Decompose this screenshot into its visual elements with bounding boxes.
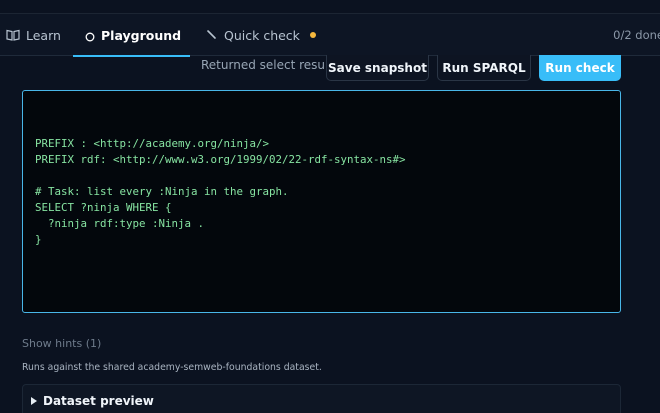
playground-panel: Returned select result. Save snapshot Ru… [0,55,660,413]
top-strip [0,0,660,14]
dataset-preview-panel[interactable]: Dataset preview [22,384,621,413]
pending-badge [309,32,316,38]
pencil-icon [206,29,218,41]
tab-quick-check[interactable]: Quick check [206,14,316,56]
run-check-button[interactable]: Run check [539,55,621,81]
tab-learn[interactable]: Learn [6,14,61,56]
dataset-preview-label: Dataset preview [43,394,154,408]
book-icon [6,29,20,41]
tab-playground[interactable]: Playground [73,14,190,57]
save-snapshot-button[interactable]: Save snapshot [326,55,429,81]
tab-bar: Learn Playground Quick check [0,14,660,57]
dataset-note: Runs against the shared academy-semweb-f… [22,362,322,373]
query-editor[interactable]: PREFIX : <http://academy.org/ninja/> PRE… [22,90,621,313]
show-hints-toggle[interactable]: Show hints (1) [22,337,101,350]
tab-playground-label: Playground [101,27,182,43]
tab-learn-label: Learn [26,27,61,43]
resize-handle-icon[interactable] [610,302,618,310]
dataset-preview-header[interactable]: Dataset preview [31,394,154,408]
result-status: Returned select result. [201,58,337,72]
caret-right-icon [31,397,37,405]
query-code: PREFIX : <http://academy.org/ninja/> PRE… [35,137,406,246]
circle-icon [85,30,95,42]
tab-quick-check-label: Quick check [224,27,300,43]
run-sparql-button[interactable]: Run SPARQL [437,55,531,81]
progress-counter: 0/2 done [613,28,660,42]
